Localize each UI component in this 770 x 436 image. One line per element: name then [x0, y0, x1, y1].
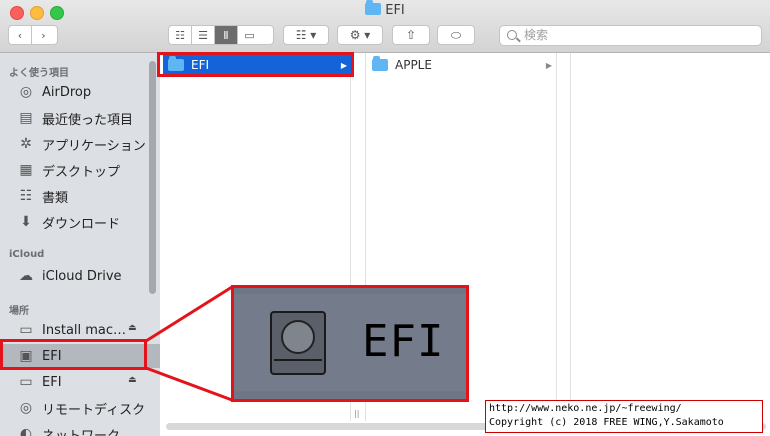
column-view-icon: Ⅱ: [223, 28, 229, 42]
folder-icon: [365, 0, 382, 15]
gallery-view-button[interactable]: ▭: [238, 26, 261, 44]
chevron-down-icon: ▾: [310, 28, 317, 42]
action-button[interactable]: ⚙ ▾: [337, 25, 383, 45]
icon-view-button[interactable]: ☷: [169, 26, 192, 44]
column-divider[interactable]: [556, 53, 557, 421]
sidebar: よく使う項目 ◎ AirDrop ▤ 最近使った項目 ✲ アプリケーション ▦ …: [0, 53, 160, 436]
group-button[interactable]: ☷ ▾: [283, 25, 329, 45]
copyright-text: Copyright (c) 2018 FREE WING,Y.Sakamoto: [489, 417, 724, 428]
sidebar-item-downloads[interactable]: ⬇ ダウンロード: [0, 210, 160, 234]
icon-view-icon: ☷: [175, 28, 185, 42]
highlight-box-efi-column: [157, 52, 354, 77]
copyright-notice: http://www.neko.ne.jp/~freewing/ Copyrig…: [485, 400, 763, 433]
remote-disc-icon: ◎: [19, 400, 33, 416]
section-header-favorites: よく使う項目: [9, 68, 69, 79]
column-view-button[interactable]: Ⅱ: [215, 26, 238, 44]
eject-icon[interactable]: ⏏: [128, 375, 137, 385]
list-view-button[interactable]: ☰: [192, 26, 215, 44]
zoom-label: EFI: [362, 316, 445, 367]
applications-icon: ✲: [20, 136, 32, 152]
back-button[interactable]: ‹: [9, 26, 32, 44]
gallery-view-icon: ▭: [244, 28, 255, 42]
forward-icon: ›: [41, 28, 46, 42]
downloads-icon: ⬇: [20, 214, 32, 230]
network-icon: ◐: [19, 426, 33, 436]
desktop-icon: ▦: [19, 162, 33, 178]
tag-icon: ⬭: [450, 27, 462, 42]
window-toolbar: EFI ‹ › ☷ ☰ Ⅱ ▭ ☷ ▾ ⚙ ▾ ⇧ ⬭ 検索: [0, 0, 770, 53]
gear-icon: ⚙: [349, 28, 361, 42]
copyright-url: http://www.neko.ne.jp/~freewing/: [489, 403, 682, 414]
disclosure-arrow-icon: ▶: [545, 60, 552, 70]
share-button[interactable]: ⇧: [392, 25, 430, 45]
chevron-down-icon: ▾: [364, 28, 371, 42]
sidebar-item-remote-disc[interactable]: ◎ リモートディスク: [0, 396, 160, 420]
search-field[interactable]: 検索: [499, 25, 762, 46]
nav-buttons: ‹ ›: [8, 25, 58, 45]
disk-icon: ▭: [19, 374, 33, 390]
window-title: EFI: [0, 0, 770, 20]
column-divider[interactable]: [570, 53, 571, 421]
search-placeholder: 検索: [524, 28, 549, 42]
sidebar-item-icloud-drive[interactable]: ☁ iCloud Drive: [0, 264, 160, 288]
cloud-icon: ☁: [19, 268, 33, 284]
airdrop-icon: ◎: [19, 84, 33, 100]
folder-icon: [372, 56, 388, 71]
forward-button[interactable]: ›: [32, 26, 55, 44]
search-icon: [507, 30, 517, 40]
sidebar-item-documents[interactable]: ☷ 書類: [0, 184, 160, 208]
share-icon: ⇧: [405, 28, 417, 42]
tag-button[interactable]: ⬭: [437, 25, 475, 45]
sidebar-item-airdrop[interactable]: ◎ AirDrop: [0, 80, 160, 104]
documents-icon: ☷: [19, 188, 33, 204]
list-view-icon: ☰: [198, 28, 208, 42]
section-header-locations: 場所: [9, 306, 29, 317]
highlight-box-efi-sidebar: [0, 339, 147, 370]
disk-icon: [270, 311, 326, 375]
sidebar-item-network[interactable]: ◐ ネットワーク: [0, 422, 160, 436]
sidebar-item-applications[interactable]: ✲ アプリケーション: [0, 132, 160, 156]
sidebar-item-recents[interactable]: ▤ 最近使った項目: [0, 106, 160, 130]
disk-icon: ▭: [19, 322, 33, 338]
back-icon: ‹: [17, 28, 23, 42]
sidebar-scrollbar[interactable]: [149, 61, 156, 294]
recents-icon: ▤: [19, 110, 33, 126]
group-icon: ☷: [295, 28, 307, 42]
view-mode-selector: ☷ ☰ Ⅱ ▭: [168, 25, 274, 45]
section-header-icloud: iCloud: [9, 249, 45, 260]
zoom-callout: EFI: [231, 285, 469, 402]
sidebar-item-desktop[interactable]: ▦ デスクトップ: [0, 158, 160, 182]
eject-icon[interactable]: ⏏: [128, 323, 137, 333]
sidebar-item-efi[interactable]: ▭ EFI ⏏: [0, 370, 160, 394]
column-item-apple[interactable]: APPLE ▶: [370, 55, 556, 75]
column-resize-handle[interactable]: ||: [354, 409, 359, 418]
